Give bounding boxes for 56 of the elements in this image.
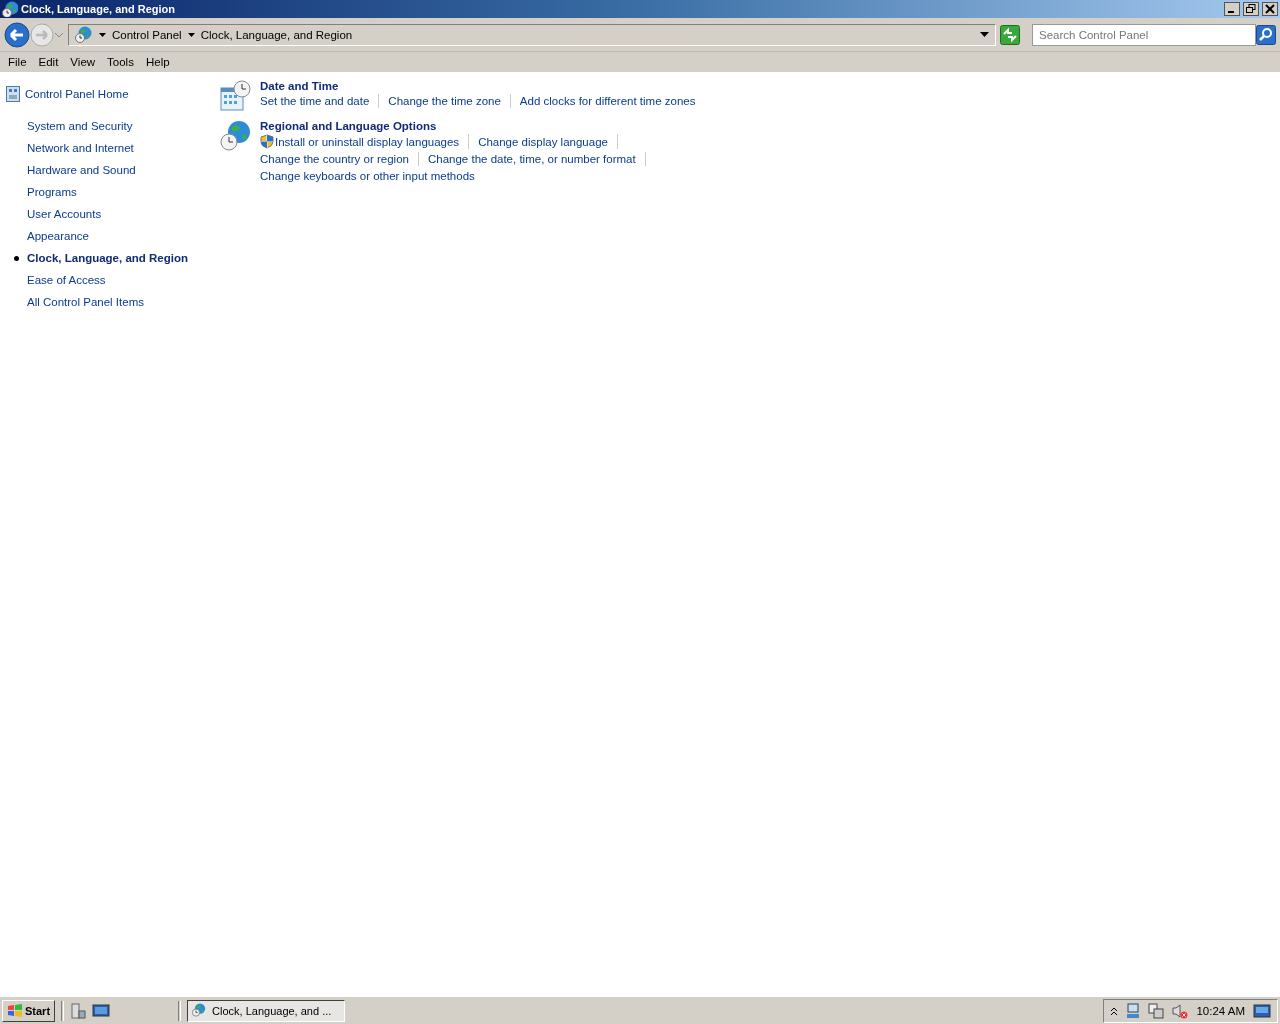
task-link[interactable]: Set the time and date <box>260 94 370 108</box>
close-button[interactable] <box>1262 2 1278 16</box>
show-desktop-icon[interactable] <box>1253 1003 1271 1018</box>
computers-icon[interactable] <box>1148 1002 1165 1019</box>
server-icon[interactable] <box>70 1002 87 1019</box>
sidebar-item[interactable]: All Control Panel Items <box>27 296 144 308</box>
caret-icon[interactable] <box>187 32 195 37</box>
desktop-icon[interactable] <box>92 1002 111 1019</box>
task-link[interactable]: Install or uninstall display languages <box>275 134 460 149</box>
globe-clock-icon <box>2 1 18 17</box>
minimize-button[interactable] <box>1224 2 1240 16</box>
muted-speaker-icon[interactable] <box>1172 1002 1189 1019</box>
sidebar-item[interactable]: System and Security <box>27 120 133 132</box>
dropdown-caret-icon[interactable] <box>980 32 989 37</box>
menu-item[interactable]: File <box>2 56 33 68</box>
chevron-icon[interactable] <box>1110 1005 1119 1016</box>
breadcrumb[interactable]: Control Panel <box>112 28 182 41</box>
control-panel-icon <box>6 86 20 102</box>
home-link[interactable]: Control Panel Home <box>25 88 129 100</box>
clock: 10:24 AM <box>1196 1004 1245 1017</box>
windows-flag-icon <box>7 1002 23 1019</box>
taskbar-button[interactable]: Clock, Language, and ... <box>187 999 346 1022</box>
task-link[interactable]: Change the time zone <box>388 94 501 108</box>
menu-item[interactable]: View <box>64 56 102 68</box>
start-button[interactable]: Start <box>2 999 56 1022</box>
back-button[interactable] <box>4 21 30 48</box>
calendar-clock-icon[interactable] <box>220 80 252 112</box>
menu-item[interactable]: Help <box>139 56 176 68</box>
category-title[interactable]: Regional and Language Options <box>260 120 770 132</box>
sidebar-item[interactable]: User Accounts <box>27 208 102 220</box>
globe-clock-icon[interactable] <box>220 120 252 152</box>
network-icon[interactable] <box>1126 1002 1141 1019</box>
sidebar-item[interactable]: Programs <box>27 186 77 198</box>
sidebar-item[interactable]: Appearance <box>27 230 90 242</box>
task-link[interactable]: Change display language <box>478 134 608 149</box>
task-link[interactable]: Change keyboards or other input methods <box>260 169 475 183</box>
task-link[interactable]: Add clocks for different time zones <box>519 94 696 108</box>
refresh-button[interactable] <box>1000 24 1020 45</box>
menu-item[interactable]: Edit <box>32 56 65 68</box>
task-link[interactable]: Change the country or region <box>260 152 409 166</box>
search-icon[interactable] <box>1256 24 1276 45</box>
sidebar-item[interactable]: Hardware and Sound <box>27 164 136 176</box>
search-field[interactable]: Search Control Panel <box>1032 23 1256 46</box>
sidebar-item[interactable]: Network and Internet <box>27 142 134 154</box>
menu-item[interactable]: Tools <box>101 56 140 68</box>
category-title[interactable]: Date and Time <box>260 80 714 92</box>
bullet-icon <box>14 255 19 261</box>
globe-clock-icon <box>75 25 93 44</box>
address-field[interactable]: Control Panel Clock, Language, and Region <box>68 23 996 46</box>
caret-icon[interactable] <box>99 32 106 37</box>
window-title: Clock, Language, and Region <box>21 3 177 15</box>
breadcrumb[interactable]: Clock, Language, and Region <box>200 28 353 41</box>
sidebar-item[interactable]: Clock, Language, and Region <box>27 252 189 264</box>
sidebar-item[interactable]: Ease of Access <box>27 274 106 286</box>
task-link[interactable]: Change the date, time, or number format <box>427 152 636 166</box>
restore-button[interactable] <box>1243 2 1259 16</box>
